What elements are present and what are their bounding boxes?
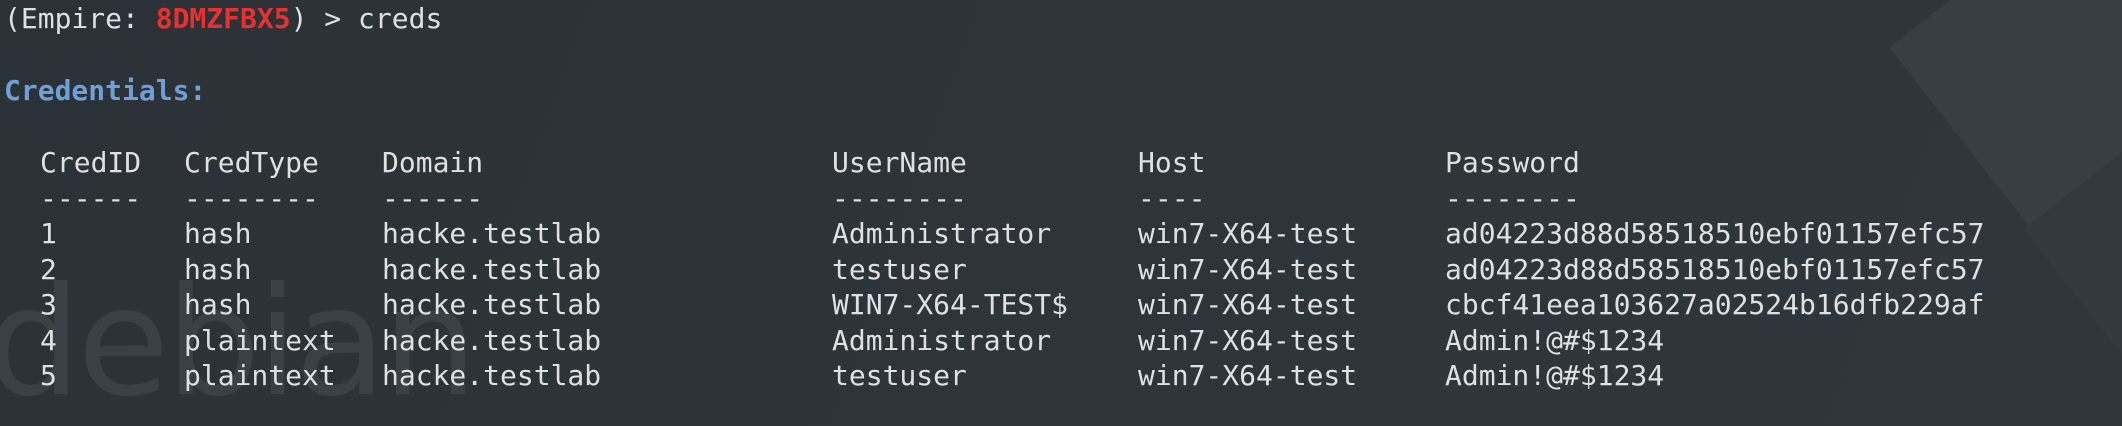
separator: ------ bbox=[40, 181, 142, 215]
cell-password: cbcf41eea103627a02524b16dfb229af bbox=[1445, 288, 1985, 321]
table-row: 5 plaintext hacke.testlab testuser win7-… bbox=[0, 358, 1664, 394]
column-header-credtype: CredType bbox=[184, 146, 319, 179]
cell-username: testuser bbox=[832, 359, 967, 392]
column-header-credid: CredID bbox=[40, 146, 142, 179]
cell-host: win7-X64-test bbox=[1138, 252, 1358, 286]
table-row: 4 plaintext hacke.testlab Administrator … bbox=[0, 323, 1664, 359]
command-prompt-line: (Empire: 8DMZFBX5) > creds bbox=[4, 2, 442, 36]
cell-domain: hacke.testlab bbox=[382, 217, 602, 250]
section-title: Credentials: bbox=[4, 74, 207, 107]
column-header-domain: Domain bbox=[382, 146, 484, 179]
table-row: 2 hash hacke.testlab testuser win7-X64-t… bbox=[0, 252, 1984, 288]
table-row: 3 hash hacke.testlab WIN7-X64-TEST$ win7… bbox=[0, 287, 1984, 323]
separator: -------- bbox=[832, 181, 967, 215]
column-header-host: Host bbox=[1138, 146, 1206, 179]
cell-password: Admin!@#$1234 bbox=[1445, 323, 1665, 357]
desktop-background-shape bbox=[2023, 93, 2122, 387]
cell-credid: 2 bbox=[40, 252, 57, 286]
cell-username: testuser bbox=[832, 252, 967, 286]
separator: -------- bbox=[184, 181, 319, 215]
agent-name: 8DMZFBX5 bbox=[155, 2, 291, 35]
cell-credid: 3 bbox=[40, 288, 57, 321]
cell-host: win7-X64-test bbox=[1138, 217, 1358, 250]
cell-credid: 1 bbox=[40, 217, 57, 250]
cell-host: win7-X64-test bbox=[1138, 323, 1358, 357]
cell-domain: hacke.testlab bbox=[382, 359, 602, 392]
separator: ---- bbox=[1138, 181, 1206, 215]
cell-domain: hacke.testlab bbox=[382, 323, 602, 357]
column-header-password: Password bbox=[1445, 146, 1580, 179]
cell-credtype: plaintext bbox=[184, 359, 336, 392]
cell-credtype: hash bbox=[184, 288, 252, 321]
table-separator-row: ------ -------- ------ -------- ---- ---… bbox=[0, 181, 1580, 217]
desktop-background-shape bbox=[1889, 0, 2122, 253]
cell-host: win7-X64-test bbox=[1138, 359, 1358, 392]
table-row: 1 hash hacke.testlab Administrator win7-… bbox=[0, 216, 1984, 252]
terminal-window[interactable]: debian (Empire: 8DMZFBX5) > creds Creden… bbox=[0, 0, 2122, 426]
cell-domain: hacke.testlab bbox=[382, 252, 602, 286]
prompt-command: ) > creds bbox=[290, 2, 443, 35]
cell-password: ad04223d88d58518510ebf01157efc57 bbox=[1445, 217, 1985, 250]
table-header-row: CredID CredType Domain UserName Host Pas… bbox=[0, 145, 1580, 181]
cell-username: Administrator bbox=[832, 323, 1052, 357]
column-header-username: UserName bbox=[832, 146, 967, 179]
cell-host: win7-X64-test bbox=[1138, 288, 1358, 321]
separator: ------ bbox=[382, 181, 484, 215]
cell-domain: hacke.testlab bbox=[382, 288, 602, 321]
cell-username: WIN7-X64-TEST$ bbox=[832, 288, 1069, 321]
credentials-table: CredID CredType Domain UserName Host Pas… bbox=[0, 145, 1984, 394]
cell-credid: 4 bbox=[40, 323, 57, 357]
cell-credid: 5 bbox=[40, 359, 57, 392]
prompt-prefix: (Empire: bbox=[4, 2, 156, 35]
cell-password: ad04223d88d58518510ebf01157efc57 bbox=[1445, 252, 1985, 286]
cell-credtype: hash bbox=[184, 217, 252, 250]
separator: -------- bbox=[1445, 181, 1580, 215]
cell-username: Administrator bbox=[832, 217, 1052, 250]
cell-credtype: hash bbox=[184, 252, 252, 286]
cell-credtype: plaintext bbox=[184, 323, 336, 357]
cell-password: Admin!@#$1234 bbox=[1445, 359, 1665, 392]
